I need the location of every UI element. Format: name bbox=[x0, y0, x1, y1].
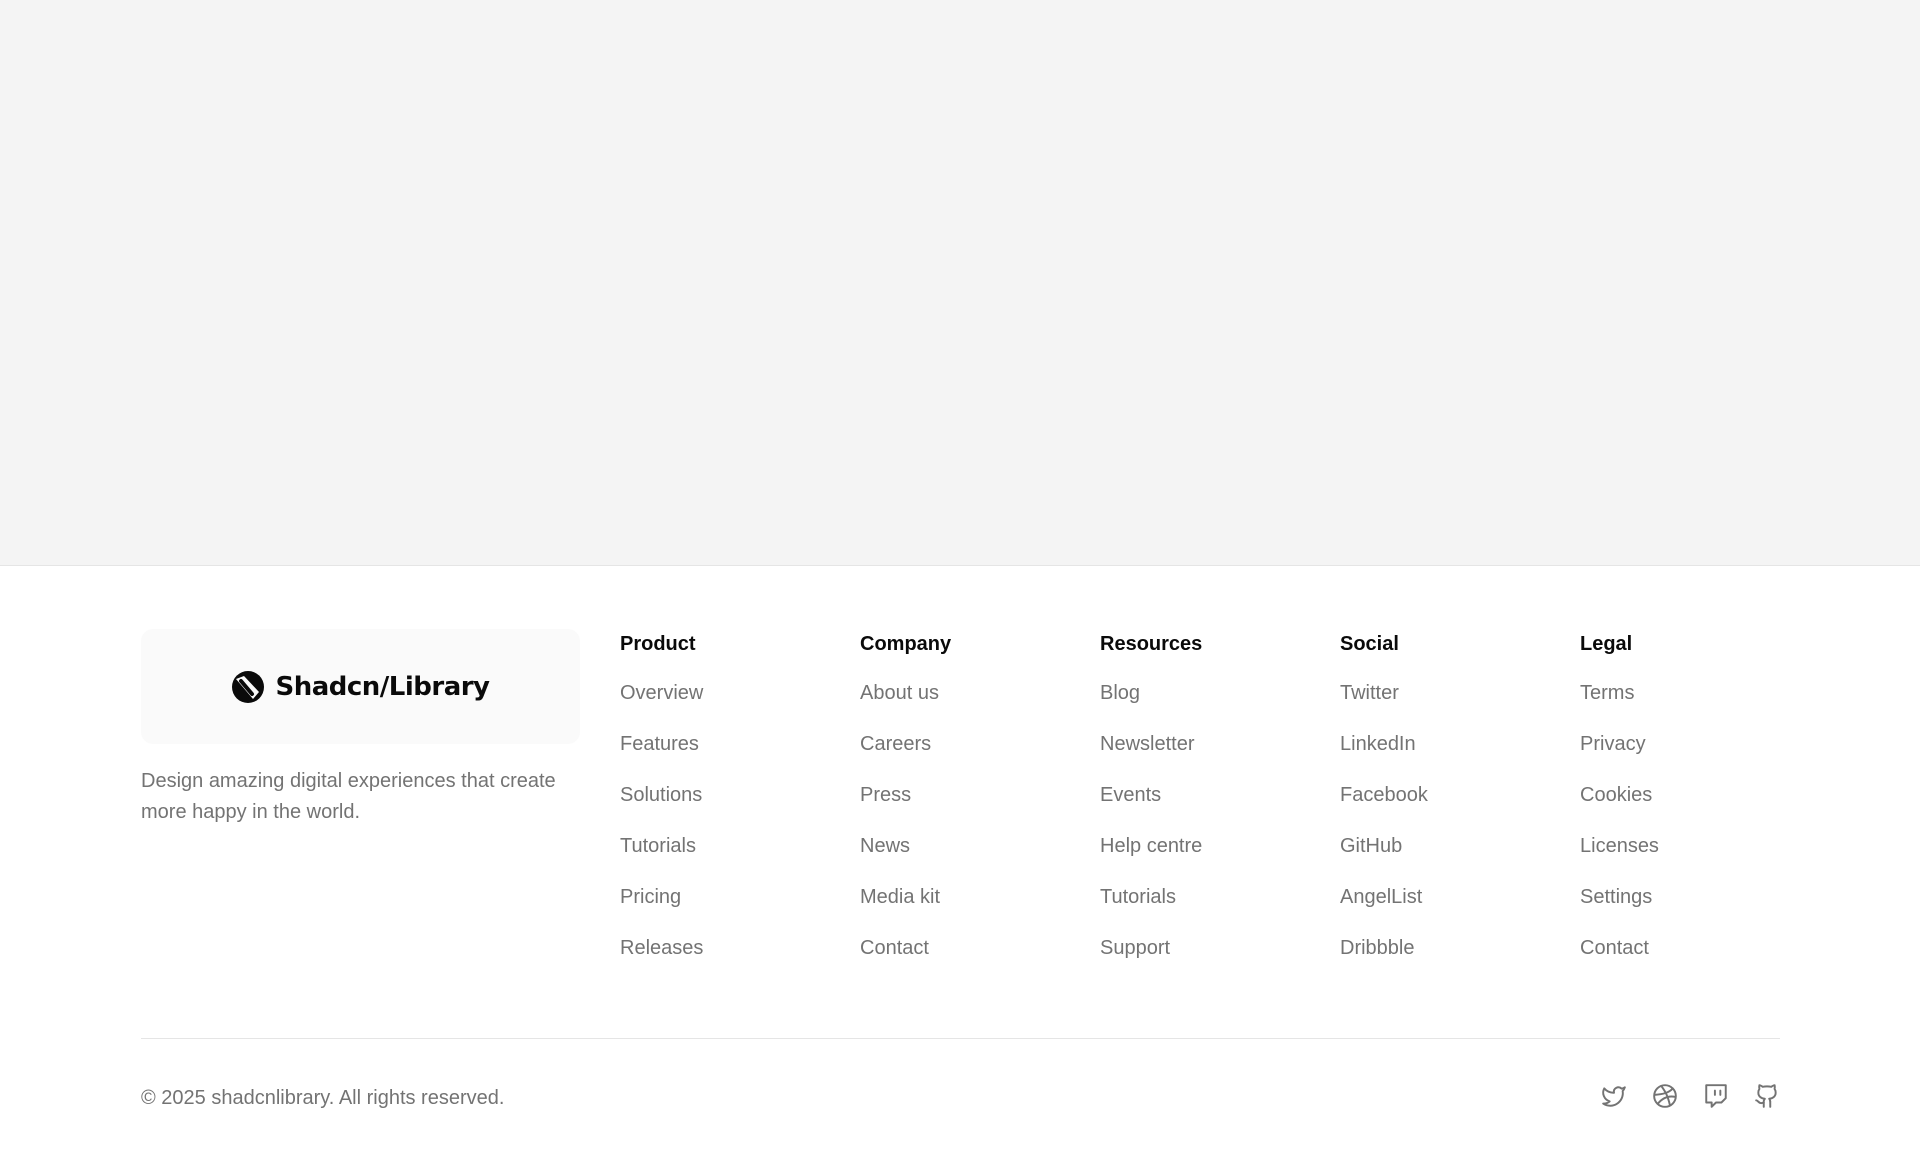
logo-mark-icon bbox=[232, 670, 265, 703]
brand-tagline: Design amazing digital experiences that … bbox=[141, 770, 556, 823]
site-footer: Shadcn/Library Design amazing digital ex… bbox=[0, 566, 1920, 1152]
footer-link-settings[interactable]: Settings bbox=[1580, 885, 1800, 936]
footer-column-resources: Resources Blog Newsletter Events Help ce… bbox=[1100, 629, 1320, 987]
footer-link-support[interactable]: Support bbox=[1100, 936, 1320, 987]
footer-link-releases[interactable]: Releases bbox=[620, 936, 840, 987]
footer-column-legal: Legal Terms Privacy Cookies Licenses Set… bbox=[1580, 629, 1800, 987]
footer-link-linkedin[interactable]: LinkedIn bbox=[1340, 732, 1560, 783]
footer-brand: Shadcn/Library Design amazing digital ex… bbox=[141, 629, 580, 828]
footer-link-github[interactable]: GitHub bbox=[1340, 834, 1560, 885]
footer-link-licenses[interactable]: Licenses bbox=[1580, 834, 1800, 885]
column-title: Legal bbox=[1580, 633, 1633, 655]
column-title: Resources bbox=[1100, 633, 1203, 655]
footer-link-contact[interactable]: Contact bbox=[1580, 936, 1800, 987]
footer-link-facebook[interactable]: Facebook bbox=[1340, 783, 1560, 834]
hero-placeholder bbox=[0, 0, 1920, 566]
footer-link-angellist[interactable]: AngelList bbox=[1340, 885, 1560, 936]
social-icons bbox=[1601, 1083, 1780, 1109]
footer-link-privacy[interactable]: Privacy bbox=[1580, 732, 1800, 783]
footer-link-contact[interactable]: Contact bbox=[860, 936, 1080, 987]
footer-column-company: Company About us Careers Press News Medi… bbox=[860, 629, 1080, 987]
footer-link-help-centre[interactable]: Help centre bbox=[1100, 834, 1320, 885]
column-title: Social bbox=[1340, 633, 1399, 655]
twitch-icon[interactable] bbox=[1703, 1083, 1729, 1109]
footer-link-pricing[interactable]: Pricing bbox=[620, 885, 840, 936]
footer-link-terms[interactable]: Terms bbox=[1580, 681, 1800, 732]
footer-link-cookies[interactable]: Cookies bbox=[1580, 783, 1800, 834]
footer-link-newsletter[interactable]: Newsletter bbox=[1100, 732, 1320, 783]
footer-link-events[interactable]: Events bbox=[1100, 783, 1320, 834]
footer-link-press[interactable]: Press bbox=[860, 783, 1080, 834]
copyright-text: © 2025 shadcnlibrary. All rights reserve… bbox=[141, 1087, 505, 1109]
footer-link-solutions[interactable]: Solutions bbox=[620, 783, 840, 834]
footer-column-social: Social Twitter LinkedIn Facebook GitHub … bbox=[1340, 629, 1560, 987]
footer-link-blog[interactable]: Blog bbox=[1100, 681, 1320, 732]
footer-link-news[interactable]: News bbox=[860, 834, 1080, 885]
twitter-icon[interactable] bbox=[1601, 1083, 1627, 1109]
footer-divider bbox=[141, 1038, 1780, 1039]
footer-link-media-kit[interactable]: Media kit bbox=[860, 885, 1080, 936]
logo[interactable]: Shadcn/Library bbox=[141, 629, 580, 744]
footer-link-overview[interactable]: Overview bbox=[620, 681, 840, 732]
logo-text: Shadcn/Library bbox=[275, 671, 490, 702]
column-title: Product bbox=[620, 633, 696, 655]
footer-link-tutorials[interactable]: Tutorials bbox=[620, 834, 840, 885]
footer-column-product: Product Overview Features Solutions Tuto… bbox=[620, 629, 840, 987]
column-title: Company bbox=[860, 633, 952, 655]
footer-link-features[interactable]: Features bbox=[620, 732, 840, 783]
github-icon[interactable] bbox=[1754, 1083, 1780, 1109]
footer-link-careers[interactable]: Careers bbox=[860, 732, 1080, 783]
footer-link-twitter[interactable]: Twitter bbox=[1340, 681, 1560, 732]
dribbble-icon[interactable] bbox=[1652, 1083, 1678, 1109]
footer-link-about-us[interactable]: About us bbox=[860, 681, 1080, 732]
footer-link-tutorials[interactable]: Tutorials bbox=[1100, 885, 1320, 936]
footer-link-dribbble[interactable]: Dribbble bbox=[1340, 936, 1560, 987]
